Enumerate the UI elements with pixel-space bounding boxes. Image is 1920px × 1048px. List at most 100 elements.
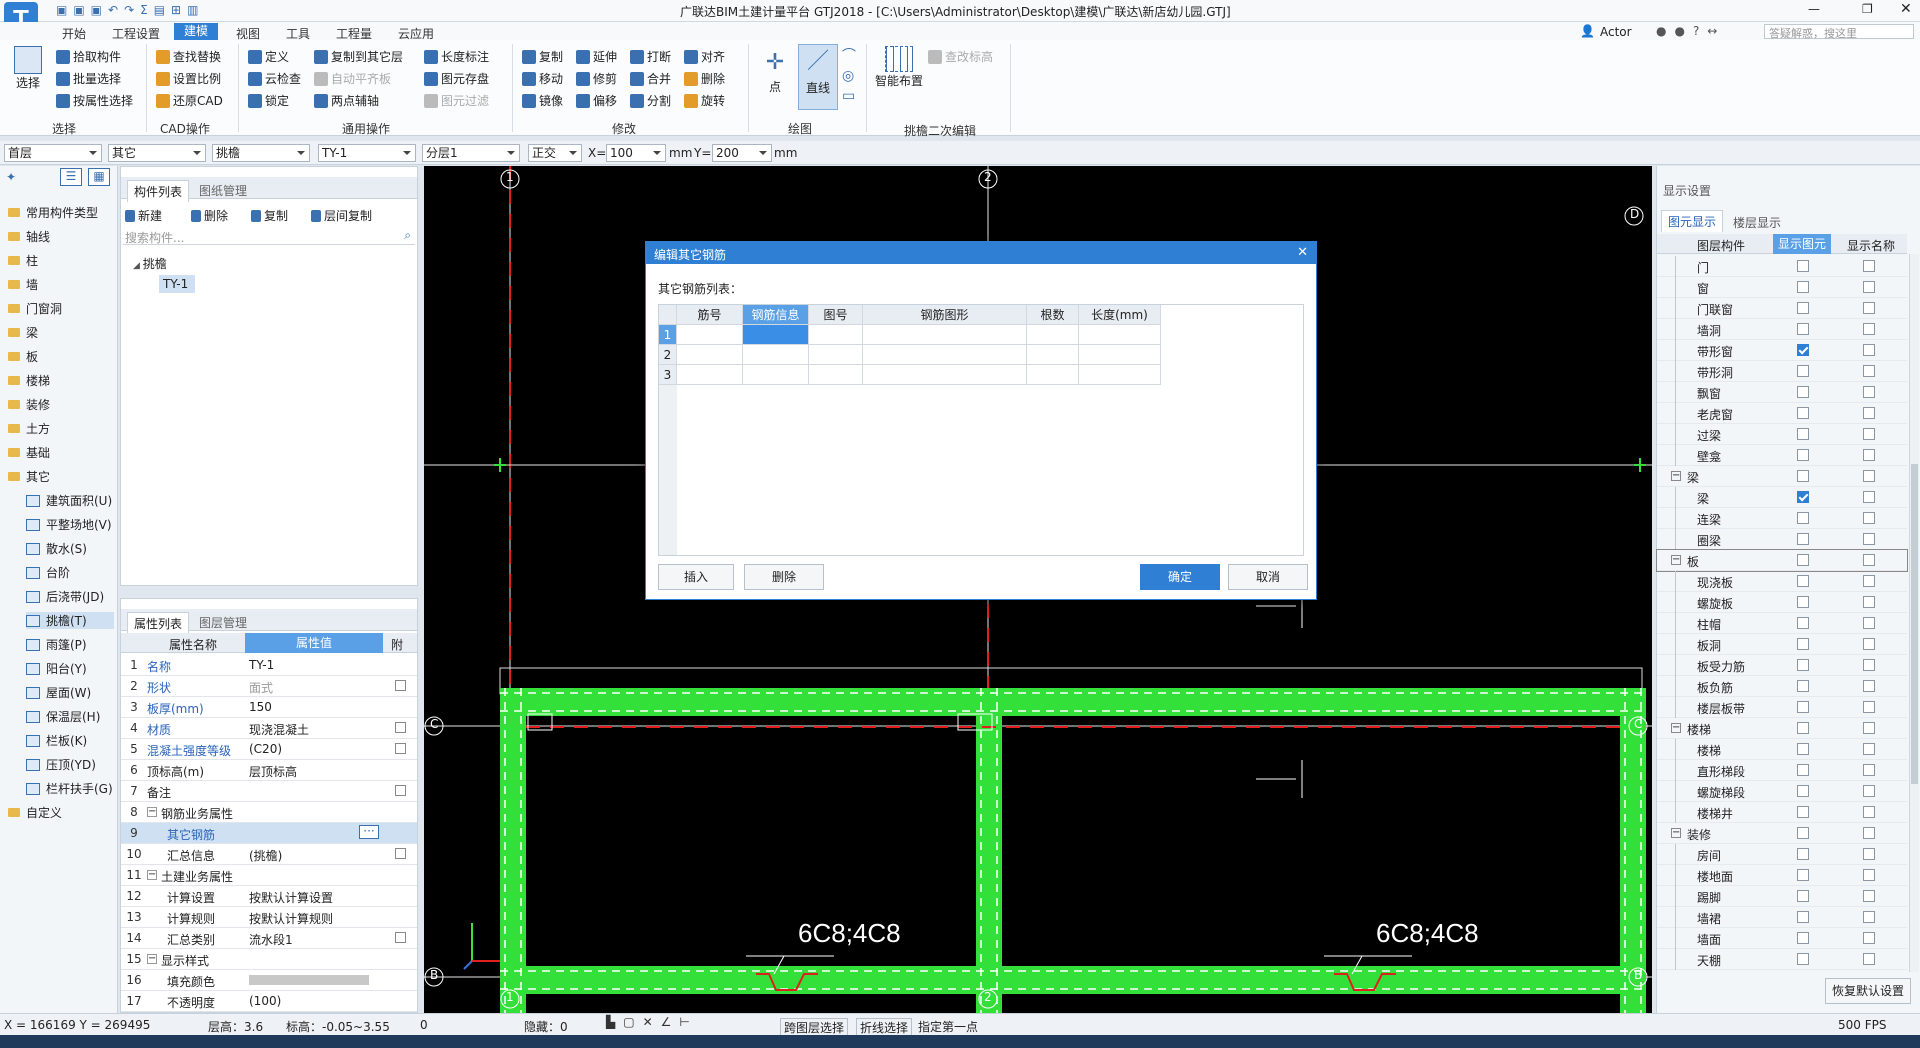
property-value[interactable]: TY-1	[249, 658, 274, 672]
rebar-label-1[interactable]: 6C8;4C8	[798, 918, 901, 949]
nav-sub-item[interactable]: 雨篷(P)	[26, 636, 87, 653]
minimize-icon[interactable]: —	[1808, 2, 1820, 16]
show-element-checkbox[interactable]	[1797, 890, 1809, 902]
show-name-checkbox[interactable]	[1863, 470, 1875, 482]
property-row[interactable]: 11− 土建业务属性	[121, 865, 417, 886]
display-row[interactable]: − 装修	[1657, 823, 1907, 844]
delete-button[interactable]: 删除	[684, 70, 725, 87]
display-row[interactable]: 带形窗	[1657, 340, 1907, 361]
tab-floor-display[interactable]: 楼层显示	[1727, 212, 1787, 233]
restore-icon[interactable]: ❐	[1862, 2, 1873, 16]
tree-item-selected[interactable]: TY-1	[159, 275, 195, 293]
display-row[interactable]: 房间	[1657, 844, 1907, 865]
show-name-checkbox[interactable]	[1863, 659, 1875, 671]
show-element-checkbox[interactable]	[1797, 512, 1809, 524]
rotate-button[interactable]: 旋转	[684, 92, 725, 109]
lock-button[interactable]: 锁定	[248, 92, 289, 109]
display-row[interactable]: 螺旋梯段	[1657, 781, 1907, 802]
split-button[interactable]: 分割	[630, 92, 671, 109]
tab-layer-management[interactable]: 图层管理	[193, 612, 253, 633]
show-name-checkbox[interactable]	[1863, 596, 1875, 608]
show-name-checkbox[interactable]	[1863, 344, 1875, 356]
show-element-checkbox[interactable]	[1797, 365, 1809, 377]
user-name[interactable]: Actor	[1600, 25, 1632, 39]
point-button[interactable]: ✛ 点	[758, 48, 792, 95]
rebar-cell[interactable]	[743, 345, 809, 365]
two-point-axis-button[interactable]: 两点辅轴	[314, 92, 379, 109]
show-element-checkbox[interactable]	[1797, 848, 1809, 860]
property-row[interactable]: 13 计算规则 按默认计算规则	[121, 907, 417, 928]
property-value[interactable]: 按默认计算规则	[249, 910, 333, 927]
property-row[interactable]: 8− 钢筋业务属性	[121, 802, 417, 823]
show-name-checkbox[interactable]	[1863, 743, 1875, 755]
offset-button[interactable]: 偏移	[576, 92, 617, 109]
attach-checkbox[interactable]	[395, 848, 406, 859]
show-element-checkbox[interactable]	[1797, 323, 1809, 335]
arc-tools[interactable]: ⌒ ◎ ▭	[842, 46, 856, 106]
beam-middle[interactable]	[976, 688, 1002, 1013]
nav-sub-item[interactable]: 屋面(W)	[26, 684, 91, 701]
rebar-cell[interactable]	[1027, 325, 1079, 345]
nav-folder-custom[interactable]: 自定义	[8, 804, 62, 821]
copy-to-floor-button[interactable]: 复制到其它层	[314, 48, 403, 65]
scrollbar-thumb[interactable]	[1911, 464, 1918, 784]
collapse-icon[interactable]: −	[1671, 828, 1681, 838]
element-save-button[interactable]: 图元存盘	[424, 70, 489, 87]
show-name-checkbox[interactable]	[1863, 890, 1875, 902]
check-elevation-button[interactable]: 查改标高	[928, 48, 993, 65]
floor-select[interactable]: 首层	[4, 144, 102, 162]
property-row[interactable]: 17 不透明度 (100)	[121, 991, 417, 1012]
nav-folder[interactable]: 常用构件类型	[8, 204, 98, 221]
property-row[interactable]: 6 顶标高(m) 层顶标高	[121, 760, 417, 781]
list-view-icon[interactable]: ☰	[60, 168, 82, 186]
display-row[interactable]: 连梁	[1657, 508, 1907, 529]
display-row[interactable]: 老虎窗	[1657, 403, 1907, 424]
property-row[interactable]: 10 汇总信息 (挑檐)	[121, 844, 417, 865]
show-element-checkbox[interactable]	[1797, 617, 1809, 629]
collapse-icon[interactable]: −	[1671, 471, 1681, 481]
copy-between-floors-button[interactable]: 层间复制	[311, 207, 372, 224]
tab-property-list[interactable]: 属性列表	[127, 612, 190, 634]
show-name-checkbox[interactable]	[1863, 911, 1875, 923]
display-row[interactable]: 天棚	[1657, 949, 1907, 970]
show-name-checkbox[interactable]	[1863, 365, 1875, 377]
restore-cad-button[interactable]: 还原CAD	[156, 92, 223, 109]
column-header[interactable]: 长度(mm)	[1079, 305, 1161, 325]
y-input[interactable]: 200	[712, 144, 772, 162]
property-value[interactable]: 面式	[249, 679, 273, 696]
display-row[interactable]: 墙面	[1657, 928, 1907, 949]
help-icons[interactable]: ●●?↔	[1656, 24, 1725, 38]
show-name-checkbox[interactable]	[1863, 953, 1875, 965]
new-component-button[interactable]: 新建	[125, 207, 162, 224]
property-value[interactable]: (100)	[249, 994, 281, 1008]
show-element-checkbox[interactable]	[1797, 491, 1809, 503]
attach-checkbox[interactable]	[395, 785, 406, 796]
display-row[interactable]: 板洞	[1657, 634, 1907, 655]
show-element-checkbox[interactable]	[1797, 344, 1809, 356]
display-row[interactable]: − 板	[1656, 549, 1908, 572]
nav-sub-item[interactable]: 栏板(K)	[26, 732, 87, 749]
show-name-checkbox[interactable]	[1863, 260, 1875, 272]
insert-button[interactable]: 插入	[658, 564, 734, 590]
show-name-checkbox[interactable]	[1863, 827, 1875, 839]
beam-left[interactable]	[500, 688, 526, 1013]
show-element-checkbox[interactable]	[1797, 638, 1809, 650]
select-big-button[interactable]: 选择	[10, 46, 46, 91]
rebar-cell[interactable]	[677, 365, 743, 385]
nav-folder[interactable]: 土方	[8, 420, 50, 437]
show-element-checkbox[interactable]	[1797, 785, 1809, 797]
nav-folder[interactable]: 门窗洞	[8, 300, 62, 317]
property-value[interactable]: 层顶标高	[249, 763, 297, 780]
show-element-checkbox[interactable]	[1797, 449, 1809, 461]
find-replace-button[interactable]: 查找替换	[156, 48, 221, 65]
show-element-checkbox[interactable]	[1797, 470, 1809, 482]
show-element-checkbox[interactable]	[1797, 953, 1809, 965]
display-row[interactable]: 圈梁	[1657, 529, 1907, 550]
collapse-icon[interactable]: −	[147, 870, 157, 880]
display-row[interactable]: 现浇板	[1657, 571, 1907, 592]
nav-sub-item[interactable]: 散水(S)	[26, 540, 87, 557]
nav-folder[interactable]: 装修	[8, 396, 50, 413]
restore-default-button[interactable]: 恢复默认设置	[1825, 978, 1911, 1004]
nav-folder[interactable]: 轴线	[8, 228, 50, 245]
row-header[interactable]: 3	[659, 365, 677, 385]
